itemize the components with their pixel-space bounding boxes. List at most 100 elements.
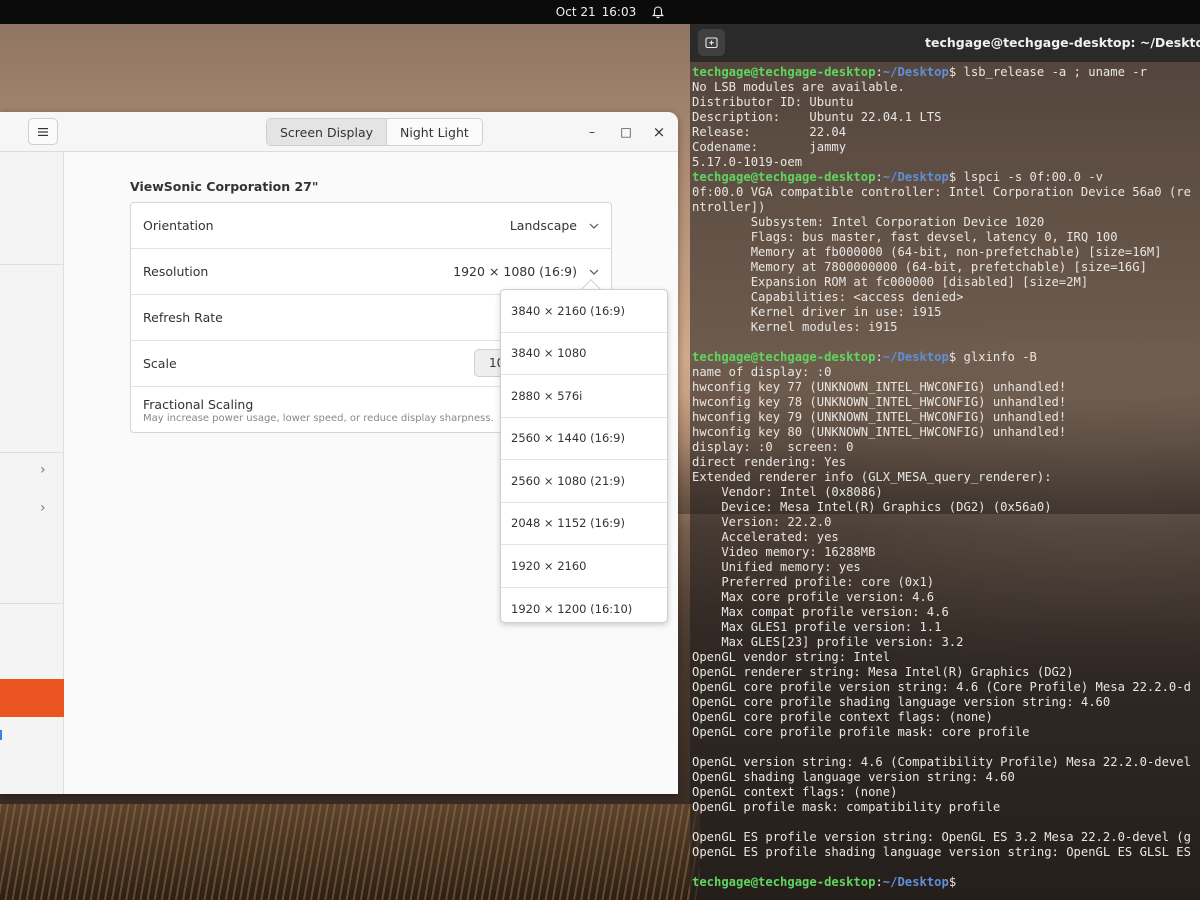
fractional-scaling-subtitle: May increase power usage, lower speed, o… bbox=[143, 412, 494, 424]
minimize-icon: – bbox=[589, 125, 595, 139]
terminal-output-line: OpenGL profile mask: compatibility profi… bbox=[692, 800, 1001, 814]
resolution-option[interactable]: 1920 × 2160 bbox=[501, 545, 667, 588]
terminal-output-line: ntroller]) bbox=[692, 200, 766, 214]
terminal-output-line: Max GLES1 profile version: 1.1 bbox=[692, 620, 942, 634]
chevron-right-icon[interactable]: › bbox=[40, 462, 46, 478]
terminal-output-line: Version: 22.2.0 bbox=[692, 515, 832, 529]
orientation-row[interactable]: Orientation Landscape bbox=[131, 203, 611, 249]
terminal-output-line: name of display: :0 bbox=[692, 365, 832, 379]
terminal-output-line: Device: Mesa Intel(R) Graphics (DG2) (0x… bbox=[692, 500, 1052, 514]
terminal-output-line: Flags: bus master, fast devsel, latency … bbox=[692, 230, 1118, 244]
resolution-dropdown: 3840 × 2160 (16:9) 3840 × 1080 2880 × 57… bbox=[500, 289, 668, 623]
terminal-output-line: Memory at 7800000000 (64-bit, prefetchab… bbox=[692, 260, 1147, 274]
orientation-value: Landscape bbox=[509, 218, 577, 233]
close-button[interactable]: × bbox=[649, 122, 669, 142]
terminal-window: techgage@techgage-desktop: ~/Desktop tec… bbox=[690, 24, 1200, 900]
maximize-icon: □ bbox=[620, 125, 632, 139]
resolution-option[interactable]: 3840 × 2160 (16:9) bbox=[501, 290, 667, 333]
terminal-output-line: Max GLES[23] profile version: 3.2 bbox=[692, 635, 964, 649]
resolution-option[interactable]: 2880 × 576i bbox=[501, 375, 667, 418]
terminal-output-line: Codename: jammy bbox=[692, 140, 847, 154]
sidebar-item-selected[interactable] bbox=[0, 679, 64, 717]
terminal-output-line: hwconfig key 80 (UNKNOWN_INTEL_HWCONFIG)… bbox=[692, 425, 1067, 439]
terminal-output-line: 5.17.0-1019-oem bbox=[692, 155, 803, 169]
clock-time: 16:03 bbox=[601, 5, 637, 19]
refresh-rate-label: Refresh Rate bbox=[143, 310, 223, 325]
chevron-right-icon[interactable]: › bbox=[40, 500, 46, 516]
terminal-output-line: Unified memory: yes bbox=[692, 560, 861, 574]
settings-window: Screen Display Night Light – □ × › › Vie… bbox=[0, 112, 678, 794]
terminal-output-line: Distributor ID: Ubuntu bbox=[692, 95, 854, 109]
tab-night-light[interactable]: Night Light bbox=[387, 119, 482, 145]
view-switcher: Screen Display Night Light bbox=[266, 118, 483, 146]
bell-icon bbox=[652, 5, 665, 18]
wallpaper-grass bbox=[0, 804, 700, 900]
terminal-output-line: Subsystem: Intel Corporation Device 1020 bbox=[692, 215, 1045, 229]
terminal-output-line: 0f:00.0 VGA compatible controller: Intel… bbox=[692, 185, 1191, 199]
prompt-user: techgage@techgage-desktop bbox=[692, 65, 876, 79]
new-tab-button[interactable] bbox=[698, 29, 725, 56]
resolution-option[interactable]: 2560 × 1440 (16:9) bbox=[501, 418, 667, 460]
minimize-button[interactable]: – bbox=[582, 122, 602, 142]
terminal-output[interactable]: techgage@techgage-desktop:~/Desktop$ lsb… bbox=[692, 65, 1200, 890]
terminal-output-line: OpenGL core profile profile mask: core p… bbox=[692, 725, 1030, 739]
prompt-path: ~/Desktop bbox=[882, 875, 949, 889]
prompt-command: lspci -s 0f:00.0 -v bbox=[963, 170, 1103, 184]
clock[interactable]: Oct 21 16:03 bbox=[556, 5, 665, 19]
prompt-dollar: $ bbox=[948, 65, 964, 79]
top-bar: Oct 21 16:03 bbox=[0, 0, 1200, 24]
sidebar-indicator bbox=[0, 730, 2, 740]
terminal-output-line: OpenGL renderer string: Mesa Intel(R) Gr… bbox=[692, 665, 1074, 679]
chevron-down-icon bbox=[589, 269, 599, 275]
terminal-output-line: OpenGL context flags: (none) bbox=[692, 785, 898, 799]
monitor-name: ViewSonic Corporation 27" bbox=[130, 179, 319, 194]
new-tab-icon bbox=[705, 37, 718, 49]
resolution-option[interactable]: 3840 × 1080 bbox=[501, 333, 667, 375]
prompt-path: ~/Desktop bbox=[882, 65, 949, 79]
terminal-output-line: OpenGL vendor string: Intel bbox=[692, 650, 891, 664]
resolution-option[interactable]: 1920 × 1200 (16:10) bbox=[501, 588, 667, 623]
tab-screen-display[interactable]: Screen Display bbox=[267, 119, 388, 145]
resolution-value: 1920 × 1080 (16:9) bbox=[453, 264, 577, 279]
fractional-scaling-label: Fractional Scaling bbox=[143, 396, 254, 412]
terminal-output-line: Release: 22.04 bbox=[692, 125, 847, 139]
resolution-label: Resolution bbox=[143, 264, 209, 279]
prompt-separator: : bbox=[875, 170, 883, 184]
terminal-output-line: direct rendering: Yes bbox=[692, 455, 847, 469]
terminal-output-line: No LSB modules are available. bbox=[692, 80, 905, 94]
terminal-output-line: Video memory: 16288MB bbox=[692, 545, 876, 559]
terminal-prompt-line: techgage@techgage-desktop:~/Desktop$ glx… bbox=[692, 350, 1200, 365]
display-settings-panel: ViewSonic Corporation 27" Orientation La… bbox=[64, 152, 678, 794]
close-icon: × bbox=[652, 123, 666, 141]
terminal-output-line: Capabilities: <access denied> bbox=[692, 290, 964, 304]
sidebar-divider bbox=[0, 264, 64, 265]
terminal-output-line: Expansion ROM at fc000000 [disabled] [si… bbox=[692, 275, 1089, 289]
resolution-option[interactable]: 2560 × 1080 (21:9) bbox=[501, 460, 667, 503]
settings-sidebar: › › bbox=[0, 152, 64, 794]
terminal-output-line: Max core profile version: 4.6 bbox=[692, 590, 935, 604]
terminal-output-line: hwconfig key 78 (UNKNOWN_INTEL_HWCONFIG)… bbox=[692, 395, 1067, 409]
terminal-output-line: hwconfig key 79 (UNKNOWN_INTEL_HWCONFIG)… bbox=[692, 410, 1067, 424]
terminal-output-line: Max compat profile version: 4.6 bbox=[692, 605, 949, 619]
prompt-separator: : bbox=[875, 350, 883, 364]
terminal-output-line: Extended renderer info (GLX_MESA_query_r… bbox=[692, 470, 1052, 484]
terminal-output-line: OpenGL core profile context flags: (none… bbox=[692, 710, 993, 724]
scale-label: Scale bbox=[143, 356, 177, 371]
main-menu-button[interactable] bbox=[28, 118, 58, 145]
orientation-label: Orientation bbox=[143, 218, 214, 233]
sidebar-divider bbox=[0, 603, 64, 604]
prompt-command: glxinfo -B bbox=[963, 350, 1037, 364]
resolution-option[interactable]: 2048 × 1152 (16:9) bbox=[501, 503, 667, 545]
maximize-button[interactable]: □ bbox=[616, 122, 636, 142]
prompt-separator: : bbox=[875, 875, 883, 889]
prompt-user: techgage@techgage-desktop bbox=[692, 875, 876, 889]
prompt-dollar: $ bbox=[948, 350, 964, 364]
settings-header-bar: Screen Display Night Light – □ × bbox=[0, 112, 678, 152]
terminal-output-line: OpenGL ES profile shading language versi… bbox=[692, 845, 1191, 859]
terminal-output-line: OpenGL ES profile version string: OpenGL… bbox=[692, 830, 1191, 844]
terminal-output-line: display: :0 screen: 0 bbox=[692, 440, 854, 454]
terminal-prompt-line: techgage@techgage-desktop:~/Desktop$ bbox=[692, 875, 1200, 890]
